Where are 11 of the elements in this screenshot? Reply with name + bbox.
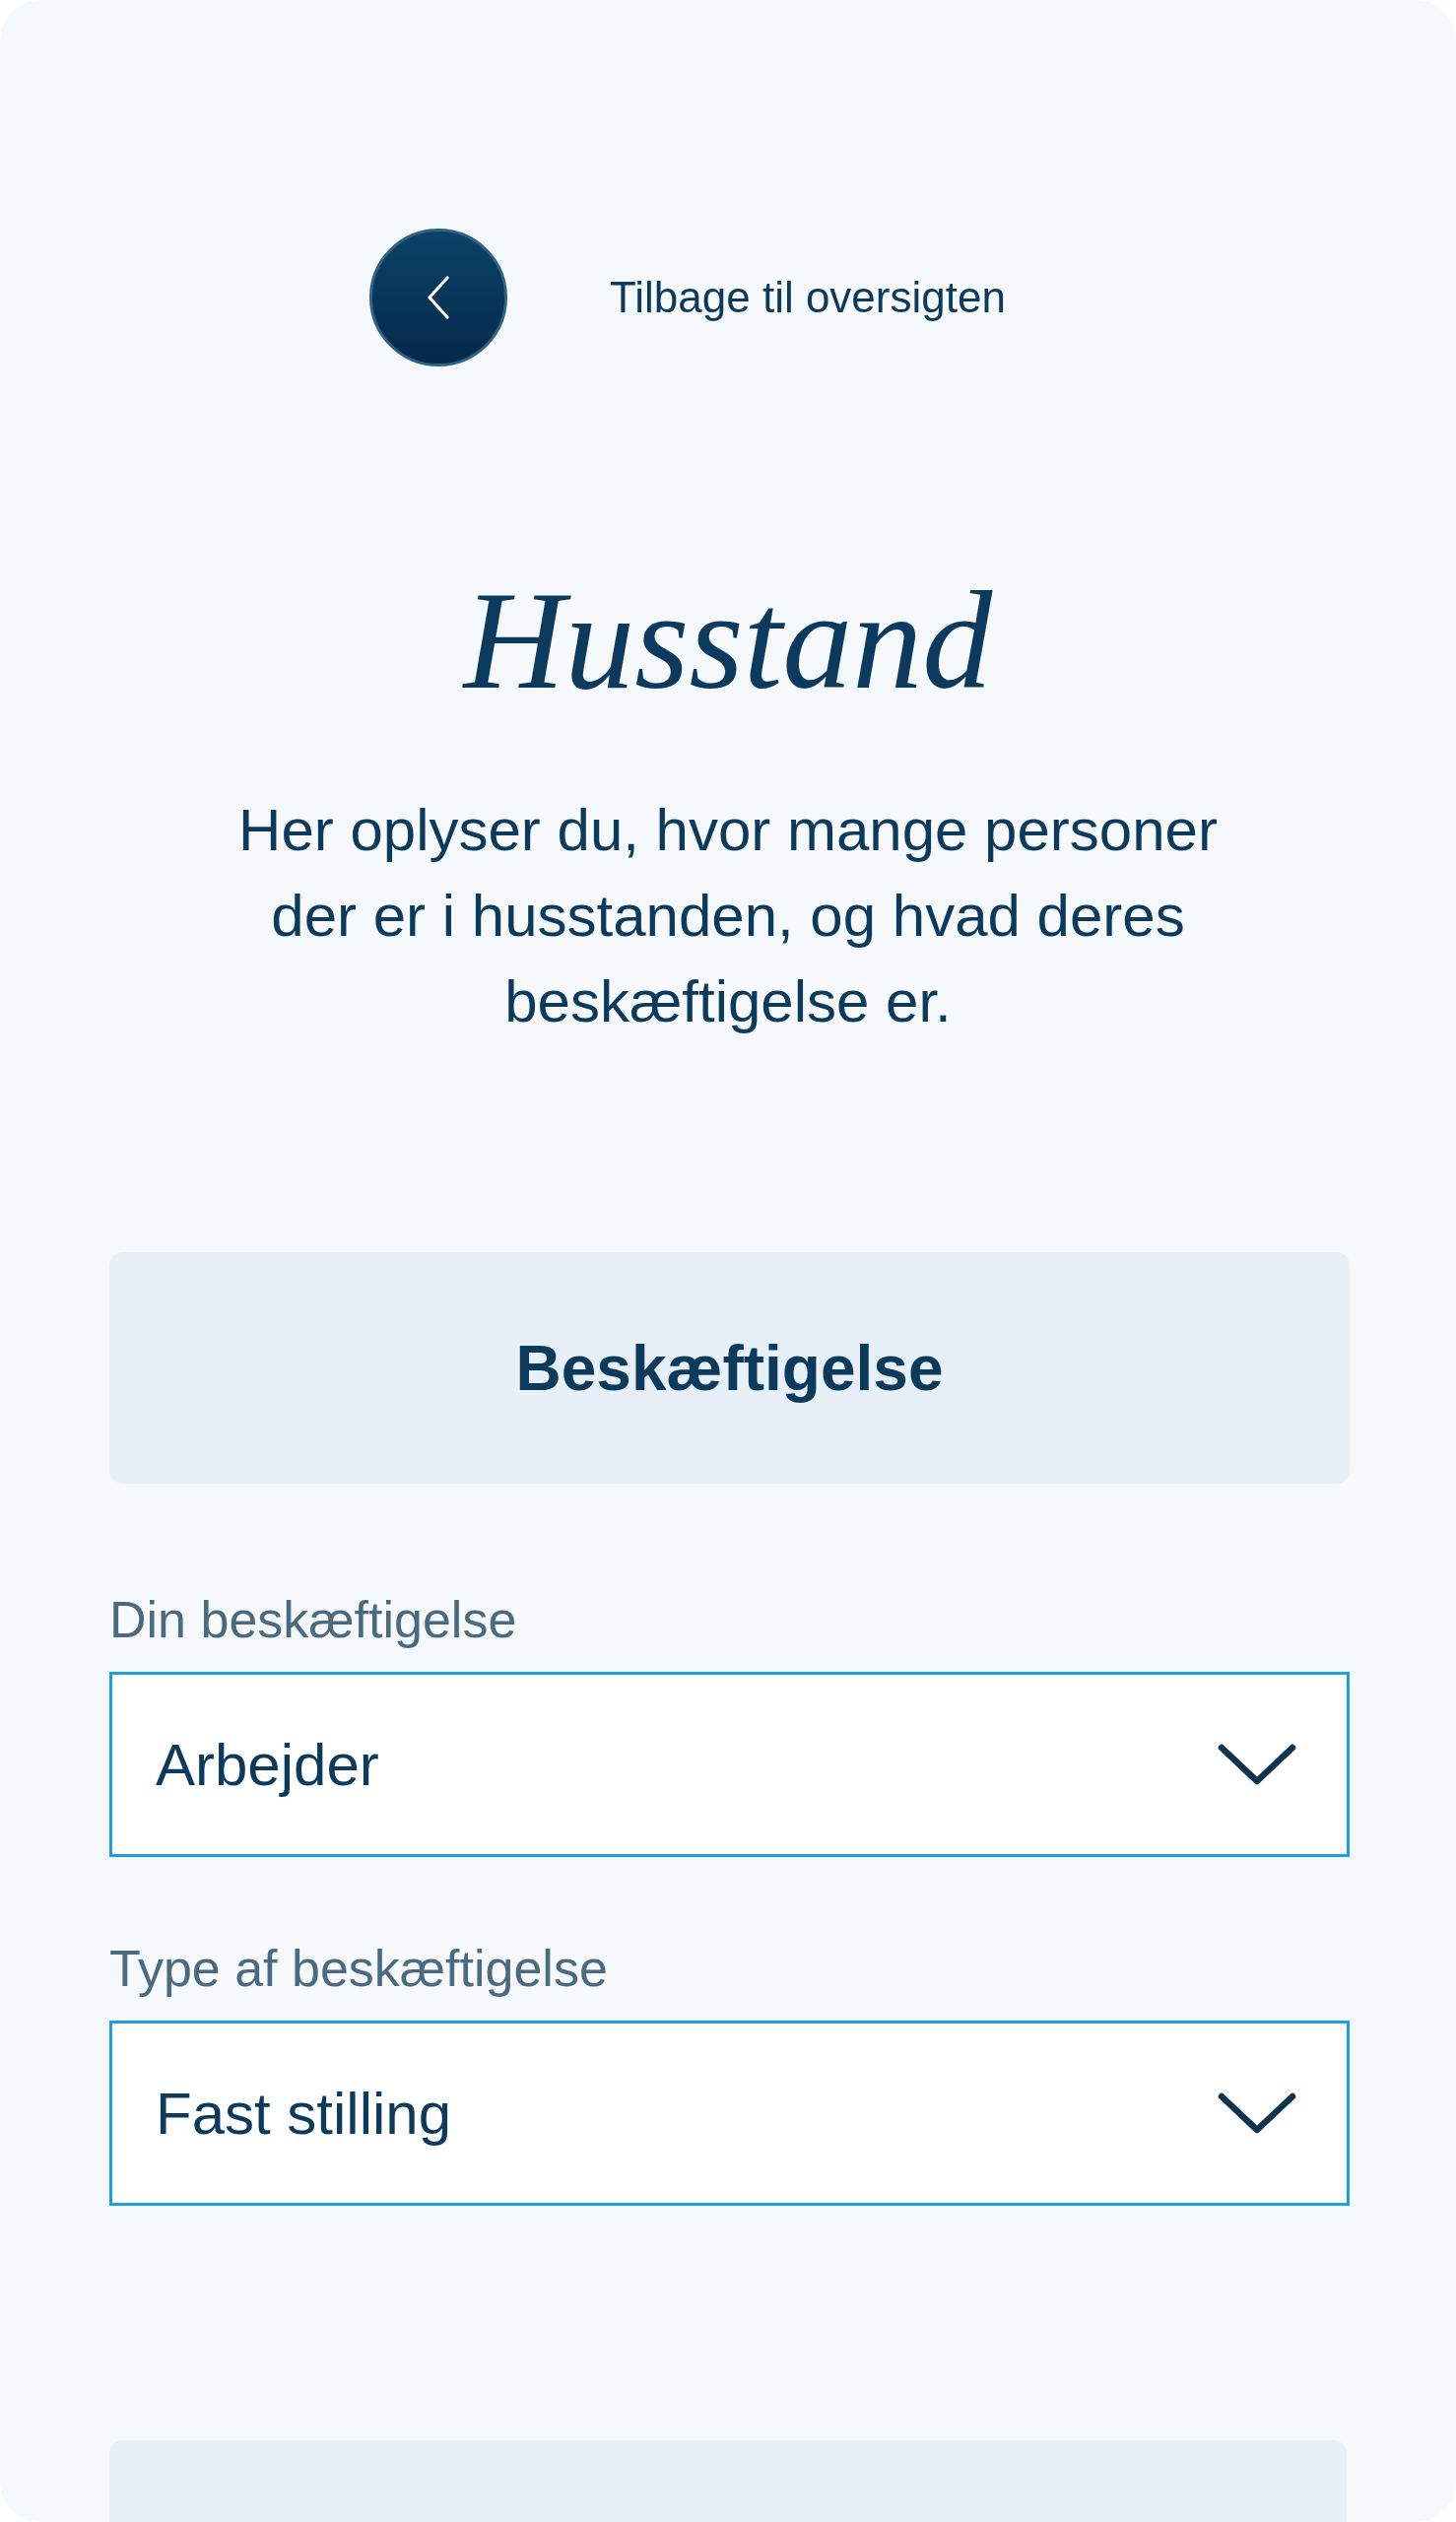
chevron-left-icon [427, 276, 450, 319]
section-header: Beskæftigelse [109, 1252, 1350, 1484]
field-label: Din beskæftigelse [109, 1590, 517, 1650]
dropdown-field[interactable]: Arbejder [109, 1672, 1350, 1857]
intro-text: Her oplyser du, hvor mange personer der er i husstanden, og hvad deres beskæftigelse er. [237, 796, 1219, 1036]
chevron-down-icon [1218, 2092, 1296, 2134]
chevron-down-icon [1218, 1744, 1296, 1785]
back-link[interactable]: Tilbage til oversigten [610, 271, 1006, 324]
dropdown-field[interactable]: Fast stilling [109, 2021, 1350, 2206]
field-label: Type af beskæftigelse [109, 1939, 608, 1999]
page-title: Husstand [461, 562, 994, 720]
